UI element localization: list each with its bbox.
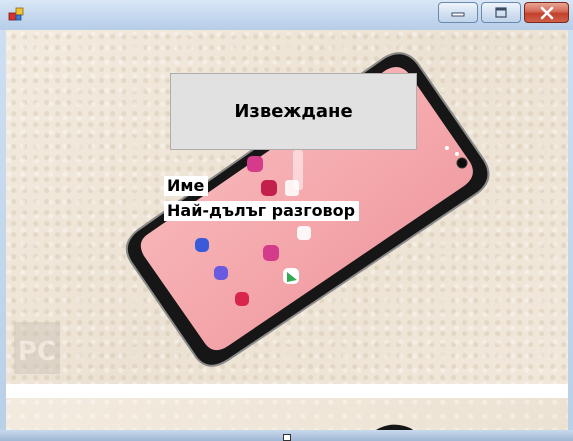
client-area: PC Извеждане Име Най-дълъг разговор bbox=[6, 30, 568, 435]
longest-call-label: Най-дълъг разговор bbox=[164, 201, 360, 221]
pc-logo-watermark: PC bbox=[14, 322, 60, 374]
name-label: Име bbox=[164, 176, 209, 196]
maximize-icon bbox=[495, 6, 507, 18]
resize-grip[interactable] bbox=[283, 434, 291, 441]
title-bar[interactable] bbox=[0, 0, 573, 30]
application-window: PC Извеждане Име Най-дълъг разговор bbox=[0, 0, 573, 441]
close-button[interactable] bbox=[524, 2, 569, 23]
minimize-icon bbox=[451, 12, 465, 16]
exit-button[interactable]: Извеждане bbox=[170, 73, 417, 150]
minimize-button[interactable] bbox=[438, 2, 478, 23]
maximize-button[interactable] bbox=[481, 2, 521, 23]
close-icon bbox=[540, 6, 553, 19]
svg-text:PC: PC bbox=[18, 337, 56, 367]
app-icon bbox=[8, 7, 24, 21]
